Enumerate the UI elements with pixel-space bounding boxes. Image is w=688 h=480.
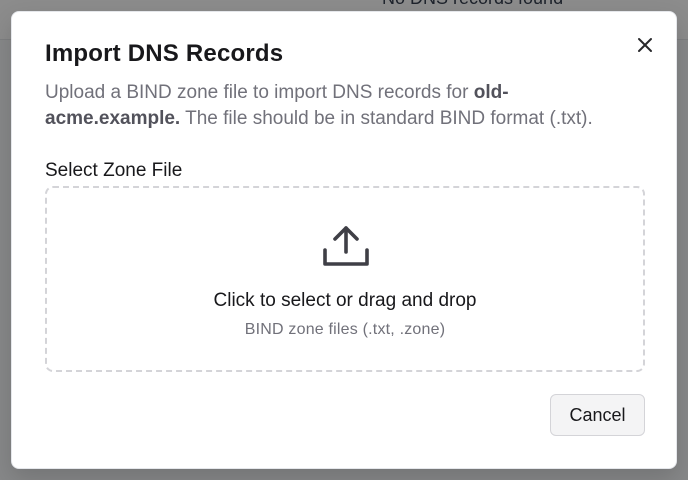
zone-file-label: Select Zone File bbox=[45, 160, 183, 181]
dropzone-secondary-text: BIND zone files (.txt, .zone) bbox=[244, 321, 446, 338]
close-icon bbox=[638, 38, 652, 52]
import-dns-dialog: Import DNS Records Upload a BIND zone fi… bbox=[11, 11, 677, 469]
cancel-button[interactable]: Cancel bbox=[550, 394, 645, 436]
upload-icon bbox=[323, 226, 369, 266]
description-suffix: The file should be in standard BIND form… bbox=[180, 108, 593, 129]
file-dropzone[interactable]: Click to select or drag and drop BIND zo… bbox=[45, 186, 645, 372]
description-prefix: Upload a BIND zone file to import DNS re… bbox=[45, 82, 474, 103]
close-button[interactable] bbox=[632, 32, 658, 58]
dropzone-primary-text: Click to select or drag and drop bbox=[213, 290, 477, 311]
dialog-description: Upload a BIND zone file to import DNS re… bbox=[45, 80, 635, 132]
dialog-title: Import DNS Records bbox=[45, 40, 284, 67]
